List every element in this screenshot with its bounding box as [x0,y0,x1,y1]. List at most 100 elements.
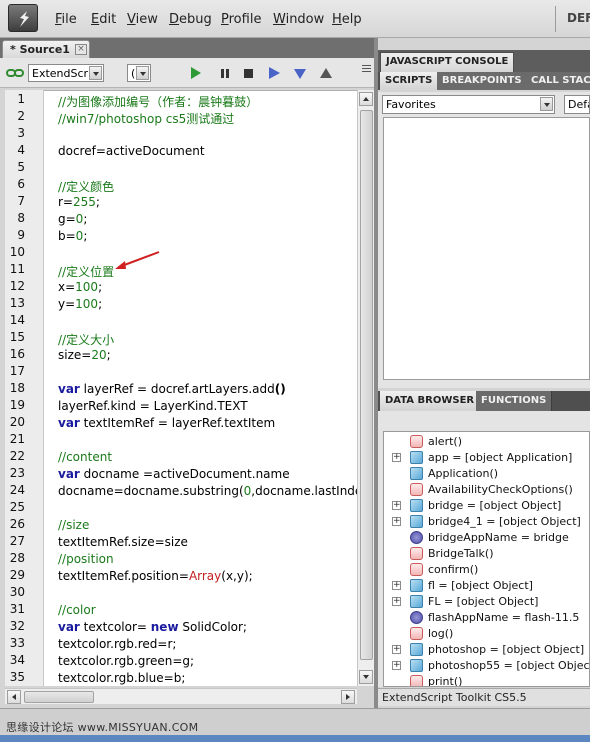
list-item[interactable]: Application() [384,466,589,482]
list-item[interactable]: + photoshop55 = [object Object] [384,658,590,674]
editor-horizontal-scrollbar[interactable] [5,688,357,704]
target-app-value: ExtendScri [32,67,92,80]
line-number: 21 [9,432,25,446]
line-number: 27 [9,534,25,548]
menu-view[interactable]: View [127,12,158,27]
list-item[interactable]: print() [384,674,589,686]
object-icon [410,515,423,528]
tab-breakpoints[interactable]: BREAKPOINTS [437,72,528,90]
expand-icon[interactable]: + [392,661,401,670]
line-number: 22 [9,449,25,463]
panel-menu-icon[interactable] [360,63,372,75]
menu-file[interactable]: File [55,12,77,27]
default-select[interactable]: Defa [564,95,590,114]
tab-call-stack[interactable]: CALL STACK [526,72,590,90]
code-line: g=0; [58,212,88,226]
step-out-icon[interactable] [320,68,332,78]
code-line: docref=activeDocument [58,144,205,158]
line-number: 20 [9,415,25,429]
list-item-label: BridgeTalk() [428,547,494,560]
code-line: var layerRef = docref.artLayers.add() [58,382,286,396]
line-number: 1 [17,92,25,106]
line-number: 10 [9,245,25,259]
menu-edit[interactable]: Edit [91,12,116,27]
step-into-icon[interactable] [294,69,306,79]
list-item[interactable]: confirm() [384,562,589,578]
list-item[interactable]: alert() [384,434,589,450]
editor-vertical-scrollbar[interactable] [357,90,374,686]
scroll-thumb[interactable] [360,110,373,660]
tab-functions[interactable]: FUNCTIONS [476,391,553,411]
expand-icon[interactable]: + [392,453,401,462]
code-line: //size [58,518,90,532]
list-item[interactable]: + FL = [object Object] [384,594,589,610]
code-line: //定义大小 [58,333,115,347]
stop-icon[interactable] [244,69,253,78]
scroll-thumb[interactable] [24,691,94,703]
code-editor[interactable]: //为图像添加编号（作者：晨钟暮鼓） //win7/photoshop cs5测试… [44,90,357,686]
line-number: 4 [17,143,25,157]
list-item-label: bridgeAppName = bridge [428,531,569,544]
line-number: 17 [9,364,25,378]
pause-icon[interactable] [219,67,231,79]
line-number: 25 [9,500,25,514]
list-item[interactable]: + bridge = [object Object] [384,498,589,514]
expand-icon[interactable]: + [392,645,401,654]
engine-select[interactable]: ( [127,64,151,82]
menu-window[interactable]: Window [273,12,324,27]
link-icon[interactable] [6,68,24,78]
engine-value: ( [131,67,136,80]
line-number: 11 [9,262,25,276]
workspace-label[interactable]: DEF [567,11,590,25]
tab-source1[interactable]: * Source1 × [2,40,90,58]
scroll-down-icon[interactable] [359,670,373,684]
run-icon[interactable] [191,67,201,79]
line-number: 16 [9,347,25,361]
tab-javascript-console[interactable]: JAVASCRIPT CONSOLE [380,52,515,72]
expand-icon[interactable]: + [392,517,401,526]
data-browser-list[interactable]: alert() + app = [object Application] Applic… [383,431,590,687]
close-tab-icon[interactable]: × [75,44,87,55]
list-item[interactable]: flashAppName = flash-11.5 [384,610,589,626]
bottom-bar: 思缘设计论坛 www.MISSYUAN.COM [0,708,590,742]
step-over-icon[interactable] [269,67,280,79]
scroll-up-icon[interactable] [359,92,373,106]
list-item[interactable]: + photoshop = [object Object] [384,642,589,658]
scroll-left-icon[interactable] [7,690,21,704]
menu-separator [555,6,556,32]
object-icon [410,451,423,464]
expand-icon[interactable]: + [392,501,401,510]
expand-icon[interactable]: + [392,597,401,606]
expand-icon[interactable]: + [392,581,401,590]
menu-help[interactable]: Help [332,12,362,27]
line-number: 15 [9,330,25,344]
line-number: 24 [9,483,25,497]
string-icon [410,531,423,544]
code-line: textcolor.rgb.green=g; [58,654,195,668]
line-number: 6 [17,177,25,191]
document-tab-strip: * Source1 × [0,38,376,58]
list-item[interactable]: + fl = [object Object] [384,578,589,594]
scripts-list[interactable] [383,117,590,380]
menu-debug[interactable]: Debug [169,12,212,27]
menu-profile[interactable]: Profile [221,12,261,27]
favorites-select[interactable]: Favorites [382,95,555,114]
tab-data-browser[interactable]: DATA BROWSER [380,391,481,411]
scroll-right-icon[interactable] [341,690,355,704]
line-number-gutter: 1 2 3 4 5 6 7 8 9 10 11 12 13 14 15 16 17 18 19 20 21 22 23 24 2… [5,90,44,686]
list-item-label: photoshop55 = [object Object] [428,659,590,672]
list-item[interactable]: AvailabilityCheckOptions() [384,482,589,498]
list-item-label: FL = [object Object] [428,595,539,608]
code-line: var docname =activeDocument.name [58,467,290,481]
list-item[interactable]: bridgeAppName = bridge [384,530,589,546]
target-app-select[interactable]: ExtendScri [28,64,104,82]
list-item[interactable]: log() [384,626,589,642]
default-value: Defa [568,98,589,111]
taskbar-strip [0,735,590,742]
tab-scripts[interactable]: SCRIPTS [380,72,439,90]
line-number: 26 [9,517,25,531]
list-item[interactable]: BridgeTalk() [384,546,589,562]
list-item[interactable]: + bridge4_1 = [object Object] [384,514,589,530]
list-item[interactable]: + app = [object Application] [384,450,589,466]
function-icon [410,563,423,576]
